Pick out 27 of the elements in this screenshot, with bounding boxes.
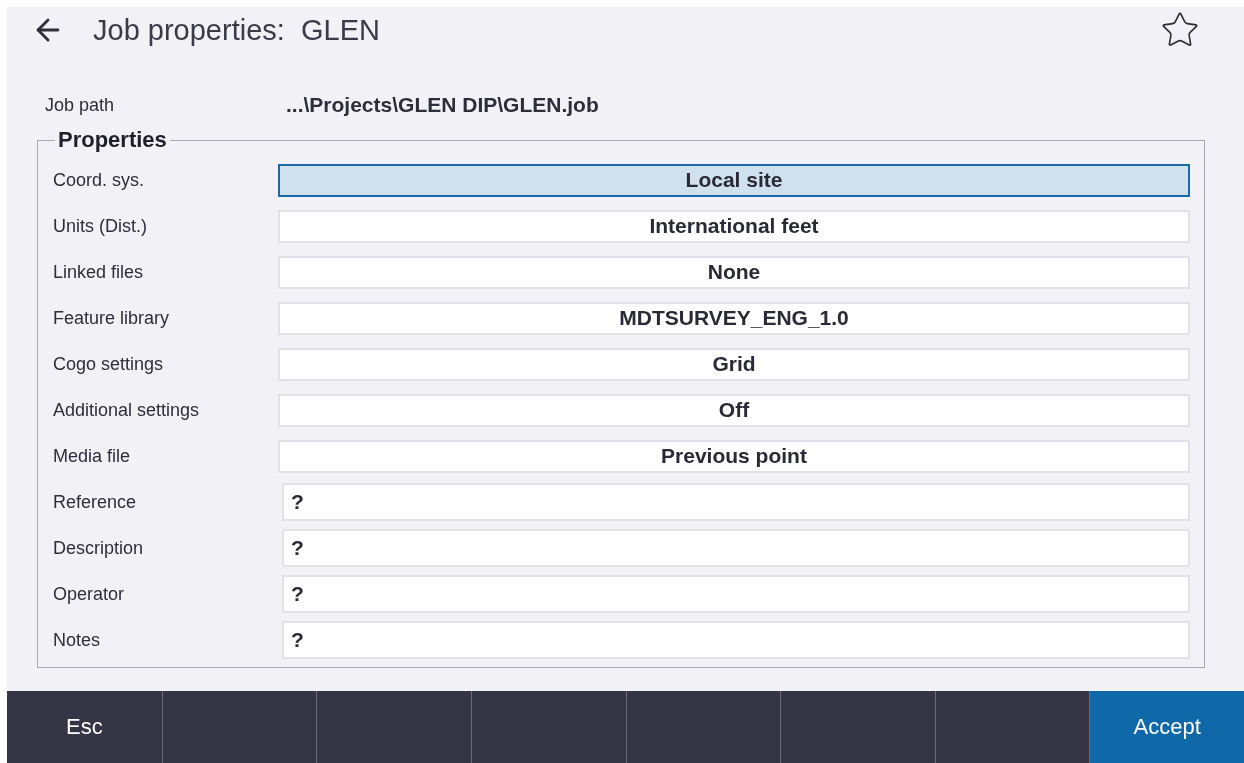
choice-field[interactable]: International feet	[278, 209, 1190, 243]
property-label: Additional settings	[53, 399, 201, 421]
input-field[interactable]: ?	[282, 483, 1190, 521]
choice-field[interactable]: None	[278, 255, 1190, 289]
property-label: Coord. sys.	[53, 169, 146, 191]
choice-field[interactable]: MDTSURVEY_ENG_1.0	[278, 301, 1190, 335]
input-field[interactable]: ?	[282, 621, 1190, 659]
property-label: Feature library	[53, 307, 171, 329]
property-label: Linked files	[53, 261, 145, 283]
property-label: Reference	[53, 491, 138, 513]
choice-field[interactable]: Previous point	[278, 439, 1190, 473]
property-label: Cogo settings	[53, 353, 165, 375]
property-label: Description	[53, 537, 145, 559]
choice-field[interactable]: Off	[278, 393, 1190, 427]
accept-button[interactable]: Accept	[1089, 691, 1244, 763]
input-field[interactable]: ?	[282, 575, 1190, 613]
group-title: Properties	[57, 127, 168, 153]
choice-field[interactable]: Local site	[278, 163, 1190, 197]
property-label: Media file	[53, 445, 132, 467]
property-label: Units (Dist.)	[53, 215, 148, 237]
job-path-label: Job path	[45, 94, 116, 116]
property-label: Operator	[53, 583, 126, 605]
page-title: Job properties: GLEN	[93, 13, 381, 47]
job-path-value: ...\Projects\GLEN DIP\GLEN.job	[286, 93, 599, 117]
choice-field[interactable]: Grid	[278, 347, 1190, 381]
property-label: Notes	[53, 629, 102, 651]
input-field[interactable]: ?	[282, 529, 1190, 567]
